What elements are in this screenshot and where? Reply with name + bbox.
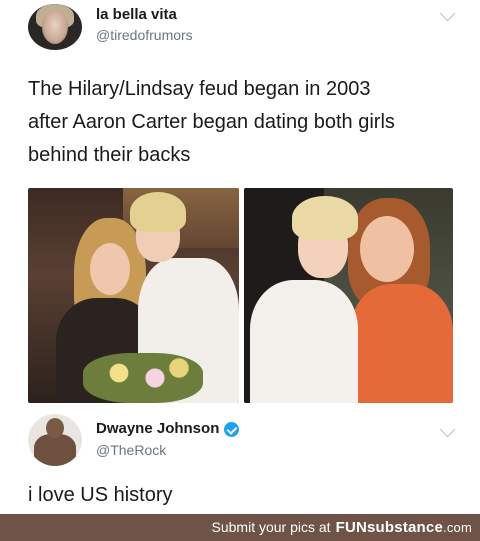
tweet1-user-info[interactable]: la bella vita @tiredofrumors <box>96 6 193 45</box>
banner-text: Submit your pics at <box>211 519 331 535</box>
banner-brand-main: FUNsubstance <box>335 519 444 536</box>
banner-brand[interactable]: FUNsubstance.com <box>336 519 472 536</box>
tweet1-handle[interactable]: @tiredofrumors <box>96 25 193 45</box>
tweet2-header: Dwayne Johnson @TheRock <box>0 408 480 468</box>
verified-badge-icon <box>224 421 240 437</box>
tweet1-media <box>28 188 453 403</box>
tweet2-display-name[interactable]: Dwayne Johnson <box>96 420 219 438</box>
banner-brand-suffix: .com <box>443 520 472 535</box>
tweet1-photo-left[interactable] <box>28 188 239 403</box>
tweet1-text: The Hilary/Lindsay feud began in 2003 af… <box>28 73 458 172</box>
tweet2-name-row: Dwayne Johnson <box>96 420 240 438</box>
watermark-banner: Submit your pics at FUNsubstance.com <box>0 514 480 541</box>
tweet2-avatar[interactable] <box>28 414 82 466</box>
tweet1-avatar[interactable] <box>28 4 82 50</box>
tweet1-header: la bella vita @tiredofrumors <box>0 0 480 56</box>
tweet1-text-line: behind their backs <box>28 144 191 166</box>
tweet2-user-info[interactable]: Dwayne Johnson @TheRock <box>96 420 240 460</box>
tweet1-text-line: The Hilary/Lindsay feud began in 2003 <box>28 78 371 100</box>
tweet1-photo-right[interactable] <box>244 188 453 403</box>
chevron-down-icon[interactable] <box>439 5 456 22</box>
tweet1-text-line: after Aaron Carter began dating both gir… <box>28 111 395 133</box>
tweet2-handle[interactable]: @TheRock <box>96 440 239 460</box>
chevron-down-icon[interactable] <box>439 421 456 438</box>
tweet1-display-name[interactable]: la bella vita <box>96 6 193 24</box>
tweet2-text: i love US history <box>28 484 173 506</box>
